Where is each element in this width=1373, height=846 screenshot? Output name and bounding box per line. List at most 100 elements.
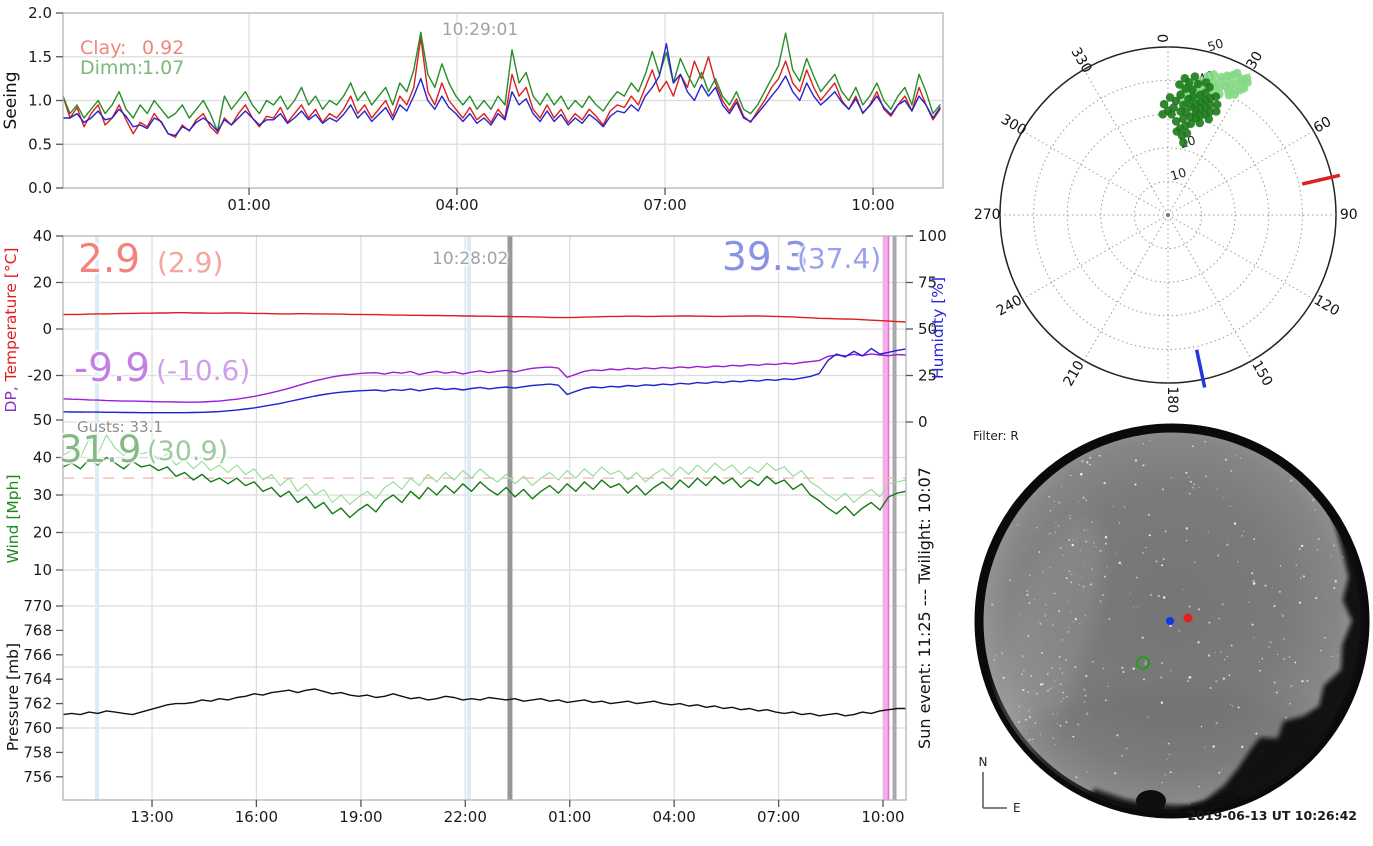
wind-direction-point — [1211, 92, 1221, 101]
wind-direction-point — [1172, 127, 1182, 136]
grid-line — [1167, 214, 1253, 361]
seeing-legend: Clay: 0.92 Dimm: 1.07 — [80, 37, 185, 79]
seeing-ylabel: Seeing — [1, 72, 21, 130]
tick-label: 50 — [33, 411, 52, 429]
legend-row-dimm: Dimm: 1.07 — [80, 56, 185, 79]
polar-center-dot — [1166, 213, 1170, 217]
gust-direction-point — [1225, 72, 1234, 82]
tick-label: 758 — [23, 743, 52, 761]
grid-line — [1022, 130, 1169, 216]
gust-direction-point — [1230, 90, 1240, 99]
pressure-axis-label: Pressure [mb] — [4, 643, 22, 751]
legend-row-clay: Clay: 0.92 — [80, 37, 185, 59]
wind-direction-point — [1205, 82, 1214, 92]
grid-line — [1022, 214, 1169, 300]
red-dot — [1183, 613, 1193, 623]
polar-angle-label: 180 — [1164, 386, 1180, 413]
compass-east-label: E — [1013, 801, 1021, 815]
tick-label: 10:00 — [851, 196, 894, 214]
tick-label: 0 — [42, 320, 52, 338]
red-mark — [1301, 173, 1341, 186]
tick-label: 30 — [33, 486, 52, 504]
tick-label: 760 — [23, 719, 52, 737]
polar-angle-label: 90 — [1340, 207, 1358, 223]
sun-event-twilight-label: Sun event: 11:25 --- Twilight: 10:07 — [915, 467, 934, 749]
wind-direction-point — [1195, 118, 1204, 128]
polar-radius-label: 10 — [1169, 164, 1189, 183]
legend-clay-value: 0.92 — [142, 37, 185, 59]
wind-current-value: 31.9 — [59, 428, 142, 471]
wind-direction-point — [1159, 99, 1169, 109]
polar-angle-label: 150 — [1248, 358, 1275, 389]
tick-label: 1.0 — [28, 92, 52, 110]
gust-direction-point — [1209, 70, 1218, 79]
tick-label: 100 — [918, 227, 947, 245]
wind-average-value: (30.9) — [147, 436, 229, 467]
tick-label: 10:00 — [861, 808, 904, 826]
tick-label: 20 — [33, 274, 52, 292]
legend-clay-label: Clay: — [80, 37, 127, 59]
humidity-current-value: 39.3 — [722, 235, 809, 280]
tick-label: 10 — [33, 561, 52, 579]
tick-label: 756 — [23, 768, 52, 786]
tick-label: 07:00 — [757, 808, 800, 826]
legend-dimm-value: 1.07 — [142, 56, 185, 79]
polar-angle-label: 120 — [1311, 292, 1342, 319]
tick-label: 0.5 — [28, 135, 52, 153]
tick-label: 1.5 — [28, 48, 52, 66]
polar-angle-label: 270 — [974, 207, 1001, 223]
tick-label: 762 — [23, 695, 52, 713]
tick-label: 04:00 — [435, 196, 478, 214]
grid-line — [1167, 214, 1314, 300]
wind-direction-point — [1212, 107, 1221, 116]
legend-dimm-label: Dimm: — [80, 56, 144, 79]
allsky-timestamp: 2019-06-13 UT 10:26:42 — [1187, 808, 1357, 823]
weather-series-temperature — [63, 312, 906, 323]
tick-label: 2.0 — [28, 4, 52, 22]
polar-radius-label: 50 — [1206, 35, 1226, 54]
polar-angle-label: 0 — [1156, 34, 1172, 43]
tick-label: 20 — [33, 524, 52, 542]
dewpoint-current-value: -9.9 — [74, 346, 151, 391]
tick-label: 01:00 — [548, 808, 591, 826]
gust-direction-point — [1243, 78, 1252, 87]
tick-label: 766 — [23, 646, 52, 664]
tick-label: 40 — [33, 449, 52, 467]
temperature-average-value: (2.9) — [157, 246, 224, 279]
weather-series-pressure — [63, 688, 906, 717]
dp-temperature-axis-label: DP, Temperature [°C] — [2, 248, 20, 413]
polar-angle-label: 330 — [1067, 45, 1094, 76]
tick-label: 13:00 — [130, 808, 173, 826]
tick-label: 16:00 — [235, 808, 278, 826]
polar-angle-label: 30 — [1244, 49, 1267, 72]
temperature-current-value: 2.9 — [78, 237, 141, 282]
tick-label: 07:00 — [643, 196, 686, 214]
grid-line — [1083, 69, 1169, 216]
blue-mark — [1194, 349, 1207, 388]
wind-direction-polar-chart: 0306090120150180210240270300330102030405… — [974, 34, 1358, 413]
tick-label: 770 — [23, 597, 52, 615]
wind-direction-point — [1193, 79, 1203, 89]
tick-label: 40 — [33, 227, 52, 245]
dome-silhouette — [1136, 790, 1166, 812]
weather-timestamp: 10:28:02 — [432, 249, 509, 269]
tick-label: 22:00 — [444, 808, 487, 826]
weather-plot-border — [62, 235, 907, 801]
wind-direction-point — [1179, 138, 1188, 147]
tick-label: 768 — [23, 621, 52, 639]
polar-angle-label: 300 — [998, 112, 1029, 139]
wind-direction-point — [1158, 110, 1167, 119]
polar-angle-label: 210 — [1061, 358, 1088, 389]
tick-label: 0 — [918, 413, 928, 431]
wind-axis-label: Wind [Mph] — [4, 474, 22, 563]
observatory-weather-dashboard: 2.0 1.5 1.0 0.5 0.0 01:00 04:00 07:00 10:00 Seein… — [0, 0, 1373, 846]
compass — [982, 772, 1007, 809]
polar-grid: 0306090120150180210240270300330102030405… — [974, 34, 1358, 413]
humidity-average-value: (37.4) — [797, 242, 882, 275]
tick-label: -20 — [28, 367, 53, 385]
compass-north-label: N — [979, 755, 988, 769]
seeing-timestamp: 10:29:01 — [441, 20, 519, 40]
weather-chart: 40 20 0 -20 50 40 30 20 10 770 768 766 764 762 760 758 7… — [2, 227, 947, 826]
tick-label: 04:00 — [653, 808, 696, 826]
wind-direction-point — [1204, 114, 1213, 124]
